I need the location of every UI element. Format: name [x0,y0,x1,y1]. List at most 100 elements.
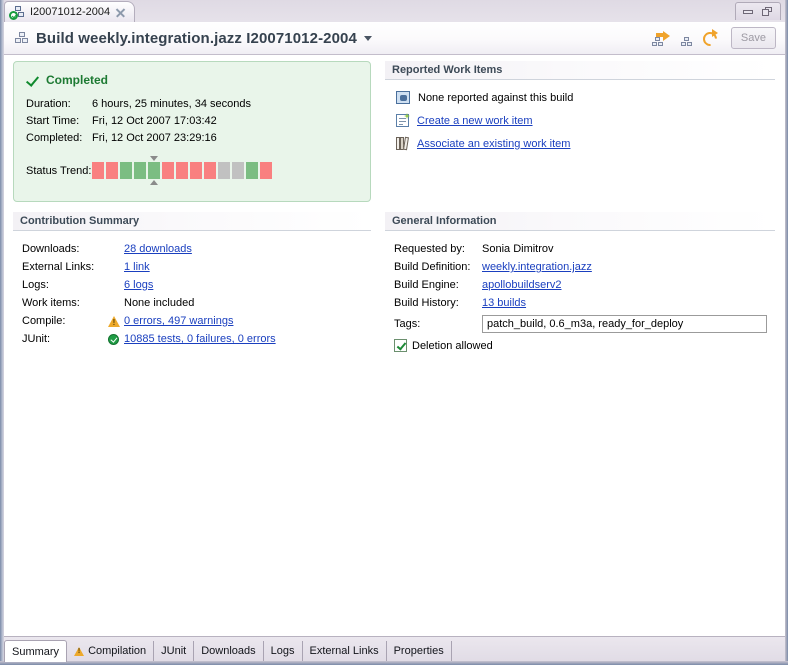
status-trend-bar[interactable] [218,162,230,179]
contribution-value[interactable]: 0 errors, 497 warnings [124,312,233,330]
editor-tab-strip: I20071012-2004 [4,0,785,22]
general-info-value[interactable]: weekly.integration.jazz [482,258,592,276]
status-trend-row: Status Trend: [26,156,358,185]
associate-work-item-icon [396,136,409,151]
work-item-row-create[interactable]: Create a new work item [389,109,767,132]
build-icon [9,5,25,20]
build-icon [15,31,29,45]
contribution-row: Logs: 6 logs [22,276,363,294]
panel-header: Contribution Summary [13,212,371,231]
deletion-allowed-label: Deletion allowed [412,339,493,352]
panel-title: General Information [392,215,497,227]
work-item-text: None reported against this build [418,91,574,104]
form-header: Build weekly.integration.jazz I20071012-… [4,22,785,55]
status-badge: Completed [46,73,109,87]
tags-input[interactable] [482,315,767,333]
deletion-allowed-row[interactable]: Deletion allowed [394,339,767,352]
tags-label: Tags: [394,318,421,330]
contribution-key: JUnit: [22,333,51,345]
panel-header: General Information [385,212,775,231]
window-controls [735,2,781,20]
detail-row: Completed: Fri, 12 Oct 2007 23:29:16 [26,130,358,147]
ok-icon-wrap [108,333,124,345]
reported-work-items-panel: Reported Work Items None reported agains… [385,61,775,167]
deletion-allowed-checkbox[interactable] [394,339,407,352]
work-item-row-associate[interactable]: Associate an existing work item [389,132,767,155]
status-trend-bar[interactable] [176,162,188,179]
detail-row: Duration: 6 hours, 25 minutes, 34 second… [26,96,358,113]
status-trend-bars[interactable] [92,156,272,185]
contribution-summary-panel: Contribution Summary Downloads: 28 downlo… [13,212,371,360]
form-body: Completed Duration: 6 hours, 25 minutes,… [4,55,785,636]
status-trend-bar[interactable] [106,162,118,179]
build-editor-window: I20071012-2004 Build weekly.integration.… [0,0,788,665]
close-icon[interactable] [115,7,126,18]
general-info-key: Build Definition: [394,261,471,273]
status-trend-bar[interactable] [190,162,202,179]
panel-header: Reported Work Items [385,61,775,80]
create-work-item-link[interactable]: Create a new work item [417,115,533,127]
contribution-row: External Links: 1 link [22,258,363,276]
status-trend-bar[interactable] [162,162,174,179]
contribution-value[interactable]: 28 downloads [124,240,192,258]
status-trend-label: Status Trend: [26,164,92,177]
status-trend-bar[interactable] [148,156,160,185]
general-info-row: Requested by: Sonia Dimitrov [394,240,767,258]
tab-label: Downloads [201,645,256,657]
warning-icon-wrap [108,315,124,327]
associate-work-item-link[interactable]: Associate an existing work item [417,138,570,150]
general-info-row: Build History: 13 builds [394,294,767,312]
contribution-row: Compile: 0 errors, 497 warnings [22,312,363,330]
general-info-value[interactable]: apollobuildserv2 [482,276,562,294]
panel-title: Reported Work Items [392,64,503,76]
tags-row: Tags: [394,315,767,333]
contribution-value[interactable]: 10885 tests, 0 failures, 0 errors [124,330,276,348]
detail-value: 6 hours, 25 minutes, 34 seconds [92,98,251,110]
status-trend-bar[interactable] [120,162,132,179]
contribution-value[interactable]: 6 logs [124,276,153,294]
build-definition-icon[interactable] [677,30,695,46]
tab-label: Compilation [88,645,147,657]
refresh-icon[interactable] [700,29,720,49]
editor-tab-build[interactable]: I20071012-2004 [4,1,136,22]
general-info-row: Build Definition: weekly.integration.jazz [394,258,767,276]
general-information-panel: General Information Requested by: Sonia D… [385,212,775,367]
tab-downloads[interactable]: Downloads [194,641,264,661]
general-info-value: Sonia Dimitrov [482,243,554,255]
status-trend-bar[interactable] [246,162,258,179]
general-info-value[interactable]: 13 builds [482,294,526,312]
tab-label: JUnit [161,645,187,657]
tab-compilation[interactable]: Compilation [67,641,155,661]
tab-junit[interactable]: JUnit [154,641,195,661]
status-detail-rows: Duration: 6 hours, 25 minutes, 34 second… [26,96,358,147]
tab-summary[interactable]: Summary [4,640,68,662]
status-trend-bar[interactable] [92,162,104,179]
warning-icon [74,646,85,656]
work-item-row-none: None reported against this build [389,86,767,109]
tab-label: Properties [393,645,444,657]
status-trend-bar[interactable] [204,162,216,179]
warning-icon [108,315,120,327]
minimize-icon[interactable] [743,7,753,16]
page-title: Build weekly.integration.jazz I20071012-… [36,29,357,47]
tab-properties[interactable]: Properties [387,641,452,661]
new-work-item-icon [396,113,410,127]
contribution-value[interactable]: 1 link [124,258,150,276]
general-info-row: Build Engine: apollobuildserv2 [394,276,767,294]
contribution-key: Work items: [22,297,80,309]
tab-label: Logs [270,645,295,657]
contribution-key: Downloads: [22,243,80,255]
tab-logs[interactable]: Logs [264,641,303,661]
status-trend-bar[interactable] [134,162,146,179]
status-trend-bar[interactable] [232,162,244,179]
detail-row: Start Time: Fri, 12 Oct 2007 17:03:42 [26,113,358,130]
request-build-icon[interactable] [651,30,670,46]
maximize-icon[interactable] [762,7,772,16]
check-icon [26,74,39,87]
tab-external-links[interactable]: External Links [303,641,387,661]
status-trend-bar[interactable] [260,162,272,179]
general-rows: Requested by: Sonia Dimitrov Build Definit… [394,240,767,312]
save-button[interactable]: Save [730,27,776,49]
panel-body: Requested by: Sonia Dimitrov Build Definit… [385,231,775,358]
chevron-down-icon[interactable] [363,35,372,41]
